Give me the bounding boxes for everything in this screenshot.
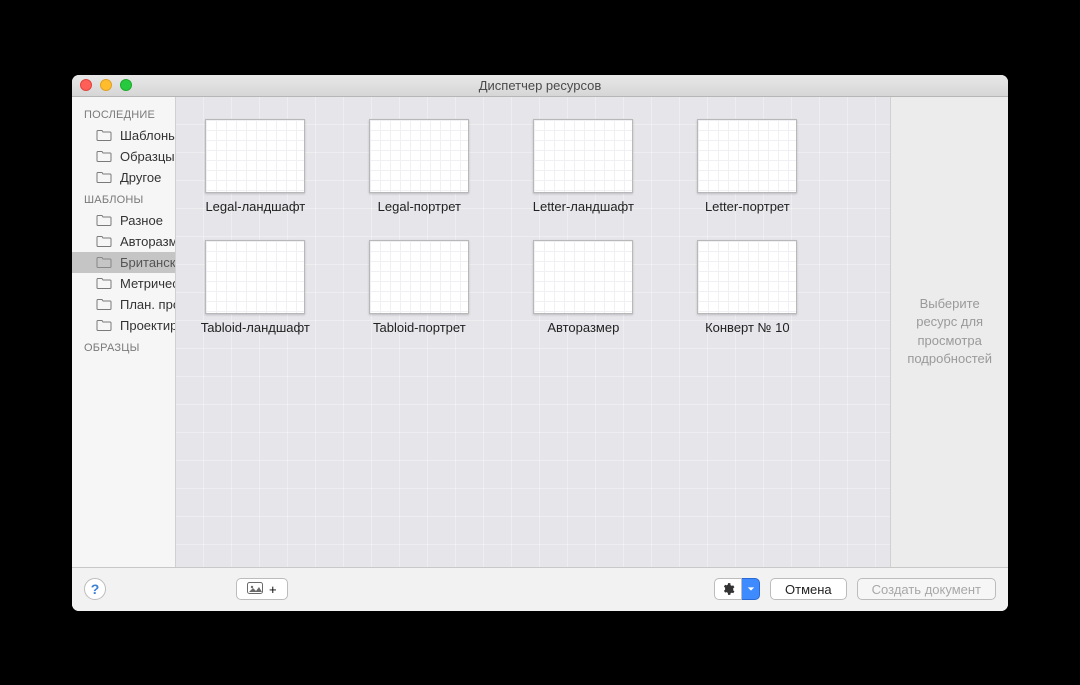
template-grid: Legal-ландшафт Legal-портрет Letter-ландша… — [176, 97, 890, 357]
template-thumbnail — [205, 240, 305, 314]
sidebar-item-label: Проектирование ПО — [120, 318, 176, 333]
template-tile[interactable]: Конверт № 10 — [688, 240, 806, 335]
help-button[interactable]: ? — [84, 578, 106, 600]
folder-icon — [96, 235, 112, 247]
template-thumbnail — [697, 240, 797, 314]
create-document-button[interactable]: Создать документ — [857, 578, 996, 600]
details-placeholder: Выберите ресурс для просмотра подробност… — [907, 295, 992, 368]
cancel-label: Отмена — [785, 582, 832, 597]
template-label: Letter-ландшафт — [533, 199, 634, 214]
folder-icon — [96, 150, 112, 162]
template-label: Letter-портрет — [705, 199, 790, 214]
folder-icon — [96, 129, 112, 141]
settings-menu-button[interactable] — [714, 578, 760, 600]
sidebar: ПОСЛЕДНИЕ Шаблоны Образцы Другое ШАБЛОНЫ Разн… — [72, 97, 176, 567]
folder-icon — [96, 214, 112, 226]
body: ПОСЛЕДНИЕ Шаблоны Образцы Другое ШАБЛОНЫ Разн… — [72, 97, 1008, 567]
sidebar-item[interactable]: План. пространства — [72, 294, 175, 315]
create-label: Создать документ — [872, 582, 981, 597]
minimize-window-button[interactable] — [100, 79, 112, 91]
sidebar-item-label: План. пространства — [120, 297, 176, 312]
window-title: Диспетчер ресурсов — [479, 78, 602, 93]
folder-icon — [96, 256, 112, 268]
window-controls — [80, 79, 132, 91]
template-tile[interactable]: Letter-портрет — [688, 119, 806, 214]
template-thumbnail — [369, 240, 469, 314]
folder-icon — [96, 298, 112, 310]
sidebar-group-header: ОБРАЗЦЫ — [72, 336, 175, 358]
template-label: Tabloid-портрет — [373, 320, 466, 335]
template-tile[interactable]: Legal-ландшафт — [196, 119, 314, 214]
sidebar-item[interactable]: Шаблоны — [72, 125, 175, 146]
zoom-window-button[interactable] — [120, 79, 132, 91]
details-panel: Выберите ресурс для просмотра подробност… — [890, 97, 1008, 567]
sidebar-group-header: ПОСЛЕДНИЕ — [72, 103, 175, 125]
sidebar-item-label: Шаблоны — [120, 128, 176, 143]
close-window-button[interactable] — [80, 79, 92, 91]
sidebar-item-label: Метрические ед. — [120, 276, 176, 291]
template-tile[interactable]: Tabloid-портрет — [360, 240, 478, 335]
template-thumbnail — [697, 119, 797, 193]
template-label: Legal-портрет — [378, 199, 461, 214]
sidebar-item-label: Разное — [120, 213, 163, 228]
folder-icon — [96, 277, 112, 289]
sidebar-item-label: Авторазмещение — [120, 234, 176, 249]
chevron-down-icon — [742, 578, 760, 600]
footer: ? + Отмена Создать документ — [72, 567, 1008, 611]
template-browser: Legal-ландшафт Legal-портрет Letter-ландша… — [176, 97, 890, 567]
folder-icon — [96, 319, 112, 331]
template-label: Авторазмер — [547, 320, 619, 335]
sidebar-item[interactable]: Другое — [72, 167, 175, 188]
template-thumbnail — [533, 119, 633, 193]
sidebar-item[interactable]: Метрические ед. — [72, 273, 175, 294]
sidebar-item-label: Образцы — [120, 149, 175, 164]
plus-icon: + — [269, 582, 277, 597]
sidebar-item[interactable]: Авторазмещение — [72, 231, 175, 252]
sidebar-item[interactable]: Проектирование ПО — [72, 315, 175, 336]
template-thumbnail — [533, 240, 633, 314]
template-tile[interactable]: Letter-ландшафт — [524, 119, 642, 214]
template-thumbnail — [369, 119, 469, 193]
sidebar-item[interactable]: Разное — [72, 210, 175, 231]
template-thumbnail — [205, 119, 305, 193]
sidebar-item-label: Другое — [120, 170, 161, 185]
titlebar: Диспетчер ресурсов — [72, 75, 1008, 97]
sidebar-item[interactable]: Образцы — [72, 146, 175, 167]
folder-icon — [96, 171, 112, 183]
template-tile[interactable]: Авторазмер — [524, 240, 642, 335]
template-tile[interactable]: Tabloid-ландшафт — [196, 240, 314, 335]
template-label: Tabloid-ландшафт — [201, 320, 310, 335]
template-label: Конверт № 10 — [705, 320, 790, 335]
sidebar-group-header: ШАБЛОНЫ — [72, 188, 175, 210]
add-canvas-button[interactable]: + — [236, 578, 288, 600]
template-label: Legal-ландшафт — [205, 199, 305, 214]
canvas-icon — [247, 582, 265, 597]
help-icon: ? — [91, 581, 100, 597]
sidebar-item[interactable]: Британские ед. — [72, 252, 175, 273]
gear-icon — [714, 578, 742, 600]
cancel-button[interactable]: Отмена — [770, 578, 847, 600]
window: Диспетчер ресурсов ПОСЛЕДНИЕ Шаблоны Образ… — [72, 75, 1008, 611]
sidebar-item-label: Британские ед. — [120, 255, 176, 270]
template-tile[interactable]: Legal-портрет — [360, 119, 478, 214]
